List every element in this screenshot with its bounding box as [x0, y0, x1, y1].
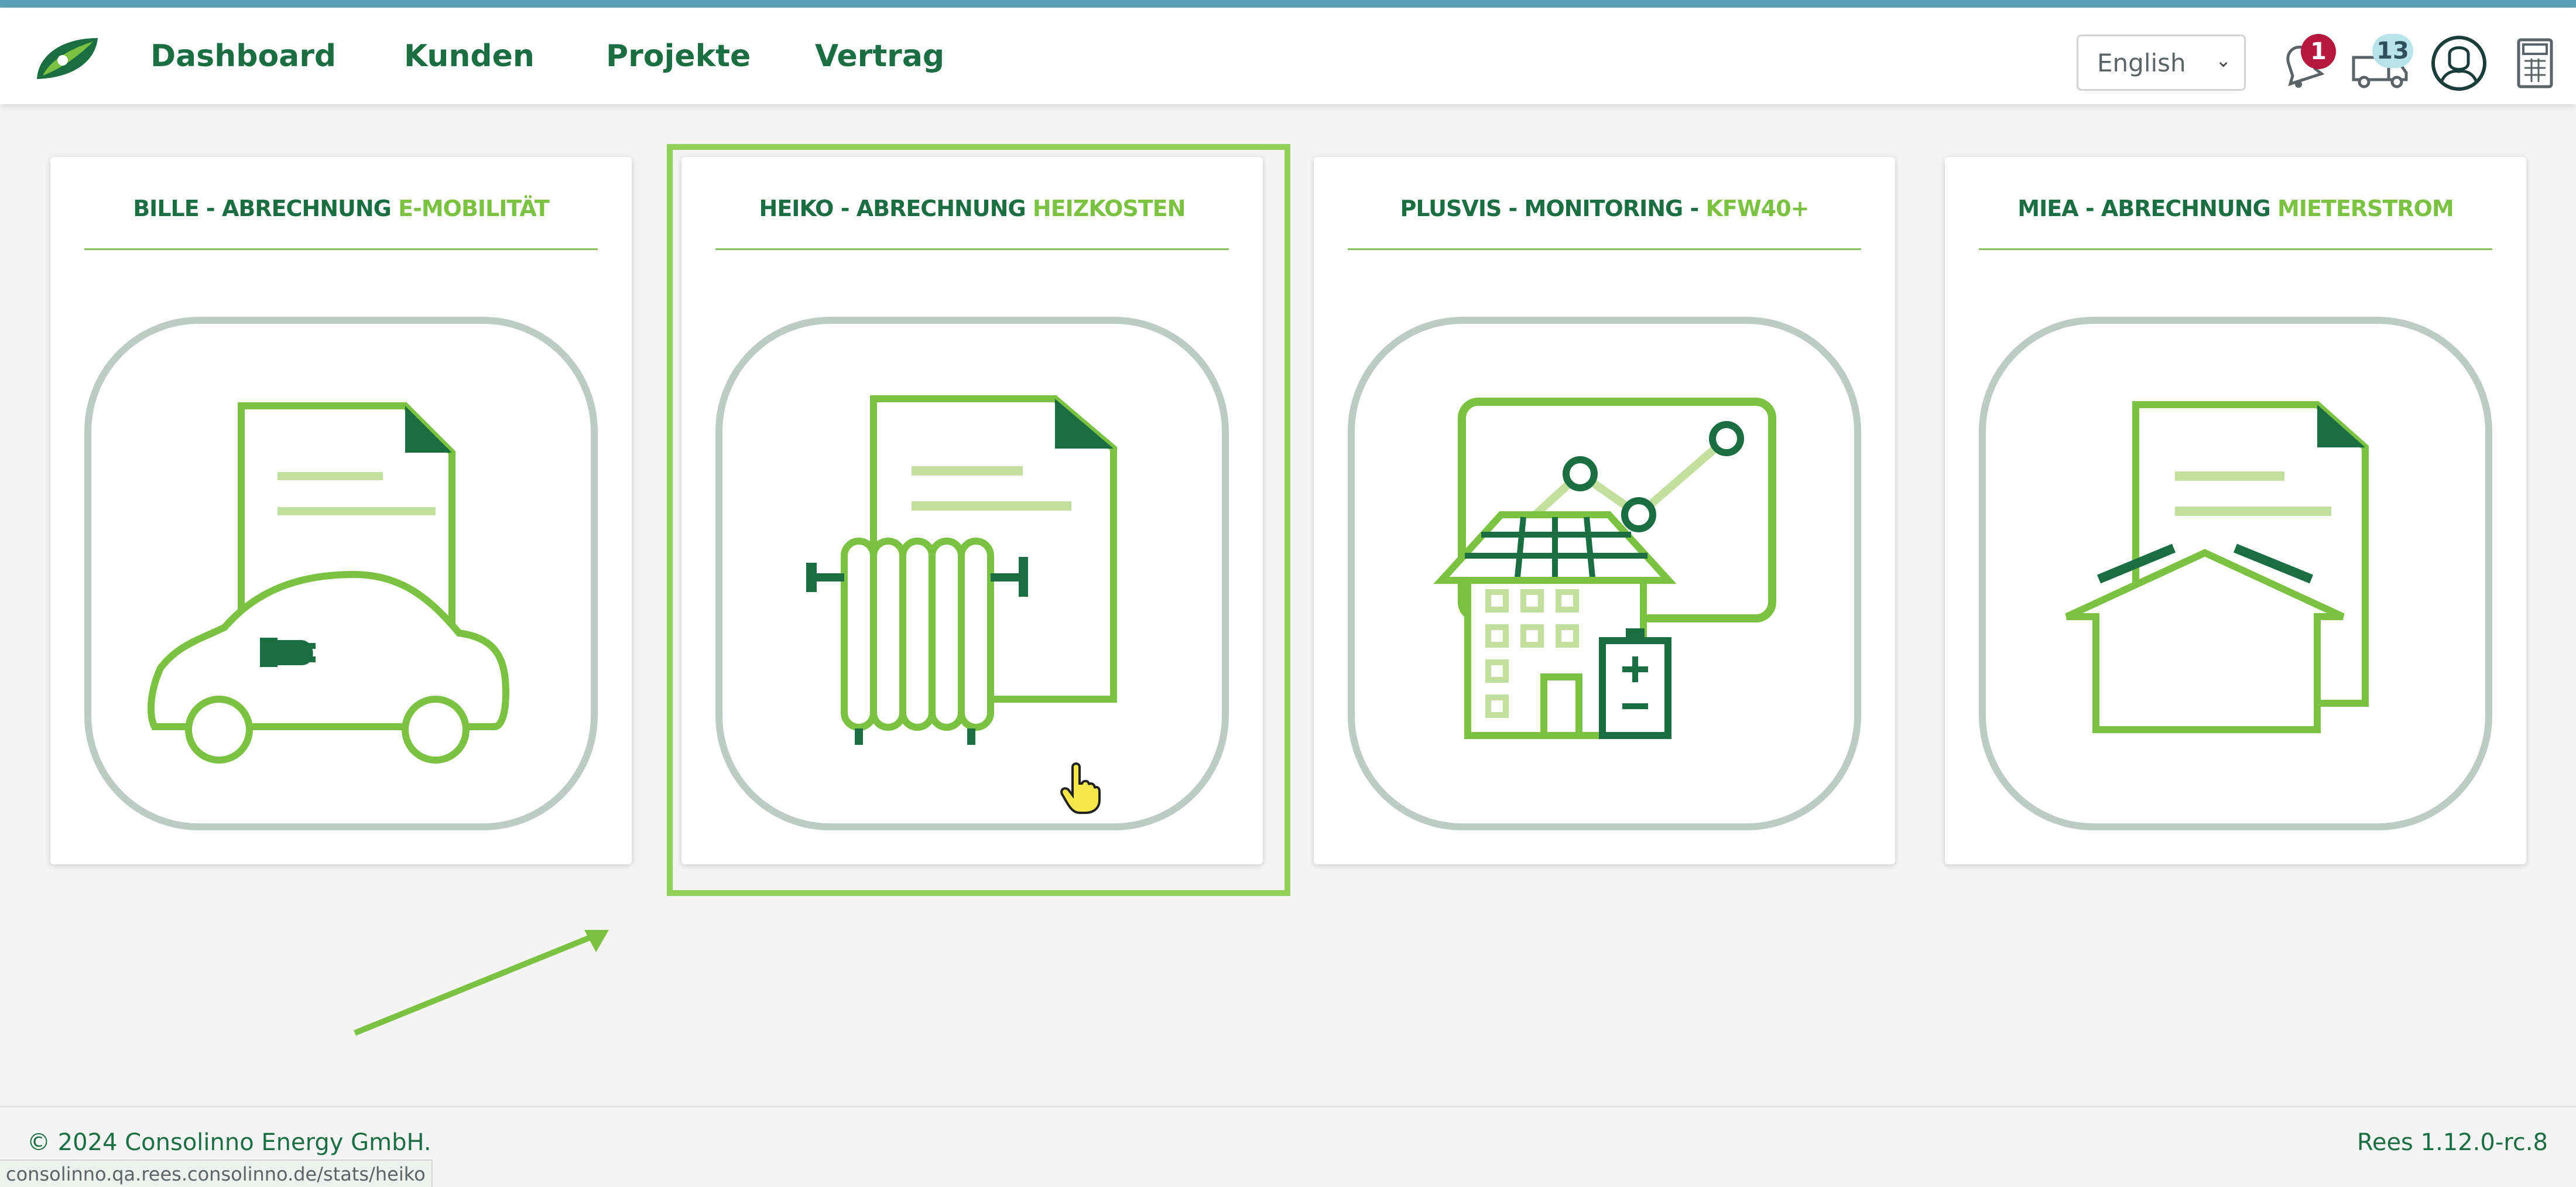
messages-button[interactable]: 13 — [2348, 34, 2413, 93]
top-accent-line — [0, 0, 2576, 8]
footer-version: Rees 1.12.0-rc.8 — [2356, 1129, 2548, 1156]
card-title: PLUSVIS - MONITORING - KFW40+ — [1400, 196, 1809, 221]
nav-dashboard[interactable]: Dashboard — [150, 8, 336, 104]
calculator-icon[interactable] — [2512, 34, 2558, 93]
house-document-icon — [1979, 317, 2492, 830]
card-title: BILLE - ABRECHNUNG E-MOBILITÄT — [133, 196, 550, 221]
nav-kunden[interactable]: Kunden — [404, 8, 535, 104]
focus-highlight-box — [667, 144, 1290, 896]
annotation-arrow-icon — [354, 930, 609, 1036]
nav-vertrag[interactable]: Vertrag — [815, 8, 944, 104]
card-divider — [84, 248, 598, 250]
notification-count-badge: 1 — [2301, 34, 2336, 69]
card-divider — [1979, 248, 2492, 250]
user-profile-icon[interactable] — [2430, 34, 2488, 93]
electric-car-document-icon — [84, 317, 598, 830]
card-title: MIEA - ABRECHNUNG MIETERSTROM — [2017, 196, 2454, 221]
footer-divider — [0, 1106, 2576, 1107]
card-miea[interactable]: MIEA - ABRECHNUNG MIETERSTROM — [1945, 157, 2526, 864]
notifications-button[interactable]: 1 — [2272, 34, 2336, 93]
message-count-badge: 13 — [2372, 34, 2413, 68]
hand-pointer-cursor-icon — [1060, 762, 1101, 814]
card-bille[interactable]: BILLE - ABRECHNUNG E-MOBILITÄT — [50, 157, 632, 864]
language-select-value: English — [2097, 48, 2186, 77]
nav-projekte[interactable]: Projekte — [606, 8, 751, 104]
leaf-logo-icon[interactable] — [32, 32, 102, 85]
language-select[interactable]: English ⌄ — [2077, 35, 2246, 91]
card-plusvis[interactable]: PLUSVIS - MONITORING - KFW40+ — [1314, 157, 1895, 864]
solar-house-monitoring-icon — [1348, 317, 1861, 830]
top-navigation-bar: Dashboard Kunden Projekte Vertrag Englis… — [0, 8, 2576, 104]
chevron-down-icon: ⌄ — [2215, 49, 2231, 71]
card-divider — [1348, 248, 1861, 250]
status-bar-url: consolinno.qa.rees.consolinno.de/stats/h… — [0, 1159, 433, 1187]
footer-copyright: © 2024 Consolinno Energy GmbH. — [27, 1129, 431, 1156]
